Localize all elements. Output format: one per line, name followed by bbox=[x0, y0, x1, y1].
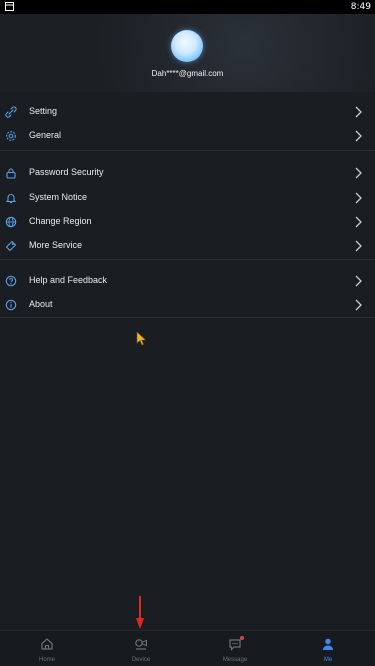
annotation-arrow-icon bbox=[136, 596, 144, 630]
person-icon bbox=[321, 637, 335, 651]
menu-item-label: Change Region bbox=[29, 216, 92, 226]
tab-me[interactable]: Me bbox=[281, 631, 375, 666]
home-icon bbox=[40, 637, 54, 651]
chevron-right-icon bbox=[353, 191, 363, 204]
menu-item-change-region[interactable]: Change Region bbox=[0, 209, 375, 233]
chevron-right-icon bbox=[353, 298, 363, 311]
account-email: Dah****@gmail.com bbox=[151, 69, 224, 78]
chevron-right-icon bbox=[353, 129, 363, 142]
menu-item-label: System Notice bbox=[29, 192, 88, 202]
tab-device[interactable]: Device bbox=[94, 631, 188, 666]
menu-item-label: Password Security bbox=[29, 167, 104, 177]
avatar[interactable] bbox=[171, 30, 203, 62]
tab-message[interactable]: Message bbox=[188, 631, 282, 666]
screen-icon bbox=[5, 2, 14, 13]
bottom-tab-bar: Home Device Message Me bbox=[0, 630, 375, 666]
globe-icon bbox=[5, 215, 17, 228]
section-divider bbox=[0, 259, 375, 260]
bell-icon bbox=[5, 191, 17, 204]
menu-item-setting[interactable]: Setting bbox=[0, 99, 375, 123]
chevron-right-icon bbox=[353, 215, 363, 228]
menu-item-label: Help and Feedback bbox=[29, 275, 108, 285]
question-icon bbox=[5, 274, 17, 287]
camera-icon bbox=[134, 637, 148, 651]
menu-item-general[interactable]: General bbox=[0, 123, 375, 147]
chevron-right-icon bbox=[353, 239, 363, 252]
section-divider bbox=[0, 150, 375, 151]
menu-item-label: Setting bbox=[29, 106, 58, 116]
status-bar: 8:49 bbox=[0, 0, 375, 14]
tab-label: Me bbox=[323, 657, 333, 663]
status-time: 8:49 bbox=[350, 2, 371, 12]
menu-item-label: About bbox=[29, 299, 53, 309]
menu-item-label: General bbox=[29, 130, 62, 140]
menu-item-system-notice[interactable]: System Notice bbox=[0, 185, 375, 209]
tab-label: Message bbox=[222, 657, 248, 663]
tab-label: Home bbox=[38, 657, 55, 663]
section-divider bbox=[0, 317, 375, 318]
setting-link-icon bbox=[5, 105, 17, 118]
menu-item-about[interactable]: About bbox=[0, 292, 375, 316]
chevron-right-icon bbox=[353, 274, 363, 287]
gear-icon bbox=[5, 129, 17, 141]
tab-home[interactable]: Home bbox=[0, 631, 94, 666]
mouse-cursor-icon bbox=[136, 331, 148, 346]
unread-badge bbox=[240, 636, 244, 640]
menu-item-password-security[interactable]: Password Security bbox=[0, 160, 375, 184]
info-icon bbox=[5, 298, 17, 311]
menu-item-label: More Service bbox=[29, 240, 83, 250]
tab-label: Device bbox=[131, 657, 151, 663]
chevron-right-icon bbox=[353, 105, 363, 118]
profile-header: Dah****@gmail.com bbox=[0, 14, 375, 92]
menu-item-help-feedback[interactable]: Help and Feedback bbox=[0, 268, 375, 292]
lock-icon bbox=[5, 166, 17, 179]
tag-icon bbox=[5, 239, 17, 252]
chevron-right-icon bbox=[353, 166, 363, 179]
menu-item-more-service[interactable]: More Service bbox=[0, 233, 375, 257]
